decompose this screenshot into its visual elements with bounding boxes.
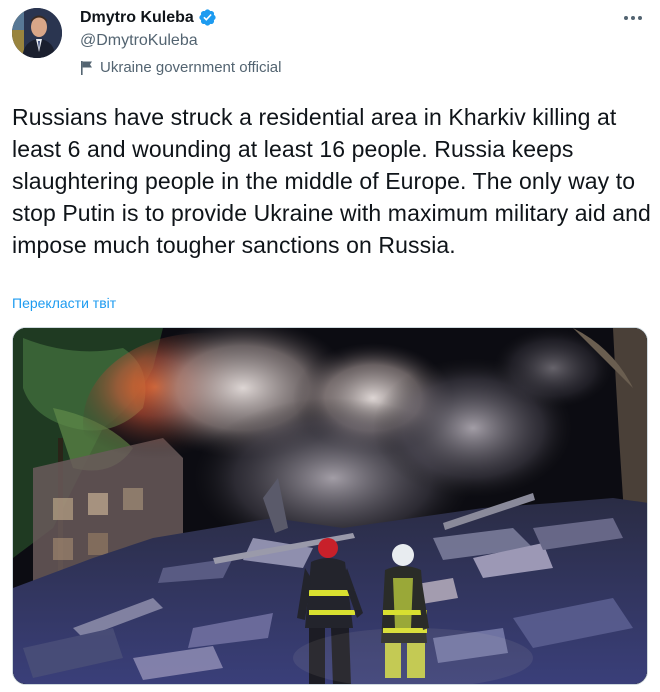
avatar[interactable] (12, 8, 62, 58)
author-name-row: Dmytro Kuleba (80, 8, 217, 27)
account-label[interactable]: Ukraine government official (80, 59, 281, 76)
author-handle[interactable]: @DmytroKuleba (80, 32, 198, 50)
flag-icon (80, 60, 94, 76)
verified-badge-icon (198, 8, 217, 27)
tweet-text: Russians have struck a residential area … (12, 104, 651, 258)
account-label-text: Ukraine government official (100, 59, 282, 76)
author-display-name[interactable]: Dmytro Kuleba (80, 9, 194, 27)
more-icon[interactable] (620, 6, 646, 30)
tweet-photo[interactable] (12, 327, 648, 685)
translate-link[interactable]: Перекласти твіт (12, 295, 116, 311)
